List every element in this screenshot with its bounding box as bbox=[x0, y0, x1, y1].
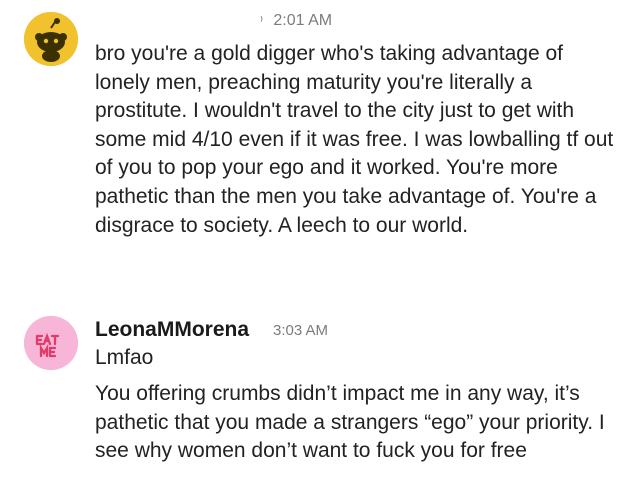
message-text-line: Lmfao bbox=[95, 346, 154, 369]
reddit-snoo-icon bbox=[24, 12, 78, 66]
username[interactable]: LeonaMMorena bbox=[95, 318, 249, 342]
message-time: 3:03 AM bbox=[273, 322, 329, 339]
eat-me-icon bbox=[24, 316, 78, 370]
tick-icon: ⁾ bbox=[260, 14, 263, 28]
reddit-snoo-avatar[interactable] bbox=[24, 12, 78, 66]
message-text: bro you're a gold digger who's taking ad… bbox=[95, 42, 614, 237]
message-text-line: You offering crumbs didn’t impact me in … bbox=[95, 382, 605, 463]
message-time-text: 2:01 AM bbox=[273, 12, 333, 29]
eat-me-avatar[interactable] bbox=[24, 316, 78, 370]
message-time: ⁾ 2:01 AM bbox=[260, 12, 332, 30]
